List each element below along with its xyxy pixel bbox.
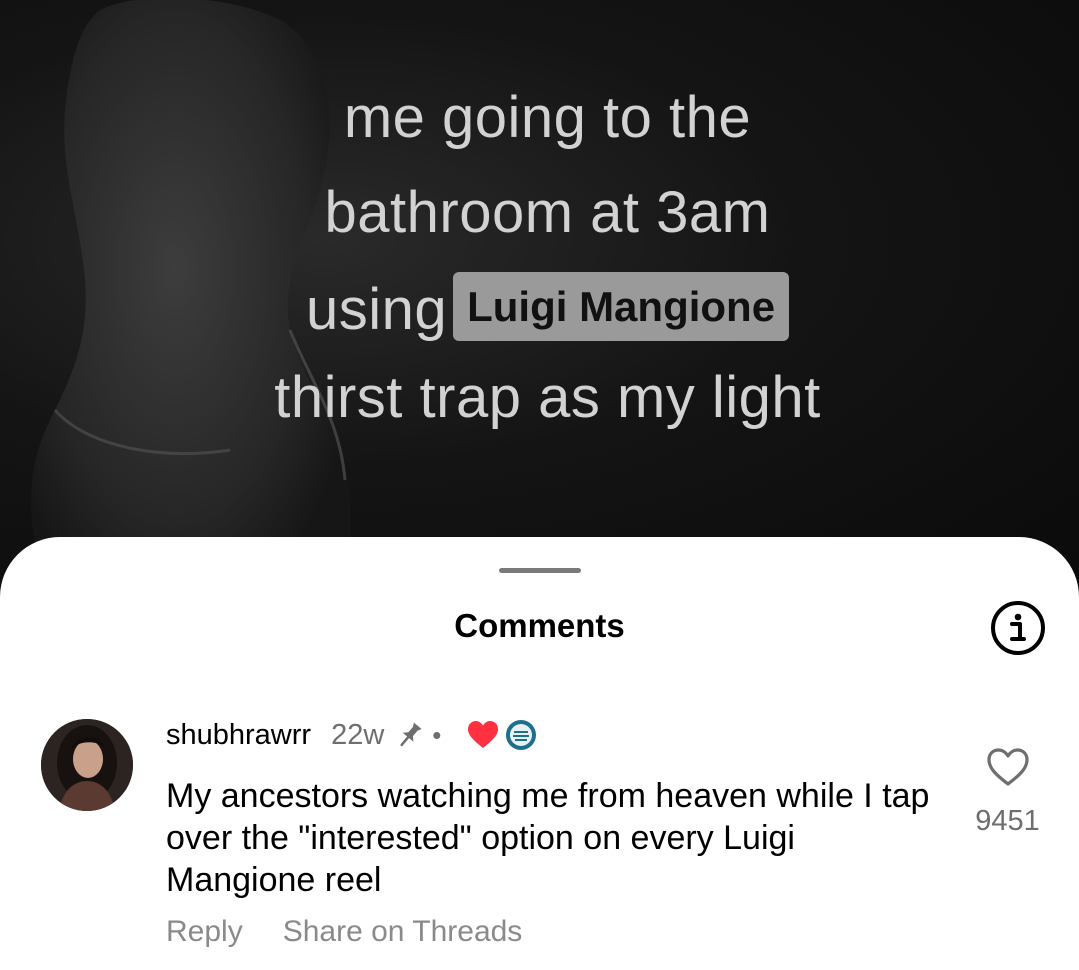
reply-button[interactable]: Reply bbox=[166, 915, 243, 949]
comments-sheet: Comments shubhrawrr 22w • My ancestors w… bbox=[0, 537, 1079, 970]
caption-line-4: thirst trap as my light bbox=[274, 365, 821, 430]
comment-actions: Reply Share on Threads bbox=[166, 915, 522, 949]
comment-header: shubhrawrr 22w • bbox=[166, 715, 537, 755]
caption-line-3-prefix: using bbox=[305, 277, 448, 342]
heart-outline-icon[interactable] bbox=[986, 747, 1030, 787]
pin-icon bbox=[400, 722, 422, 747]
comment-text: My ancestors watching me from heaven whi… bbox=[166, 777, 930, 899]
avatar[interactable] bbox=[41, 719, 133, 811]
caption-line-3: using Luigi Mangione bbox=[8, 272, 1079, 343]
comment-username[interactable]: shubhrawrr bbox=[166, 719, 311, 752]
like-count: 9451 bbox=[975, 805, 1040, 837]
info-circle-icon[interactable] bbox=[989, 599, 1047, 657]
sheet-title: Comments bbox=[454, 607, 625, 644]
avatar-photo bbox=[41, 719, 133, 811]
caption-line-1: me going to the bbox=[343, 85, 752, 150]
creator-avatar-badge bbox=[506, 720, 537, 750]
caption-highlight: Luigi Mangione bbox=[453, 272, 790, 341]
caption-line-2: bathroom at 3am bbox=[324, 180, 771, 245]
heart-filled-icon bbox=[468, 721, 499, 748]
reel-video[interactable]: me going to the bathroom at 3am using Lui… bbox=[0, 0, 1079, 600]
comment-time: 22w bbox=[331, 718, 385, 751]
sheet-drag-handle[interactable] bbox=[499, 568, 581, 573]
separator-dot: • bbox=[432, 719, 442, 750]
share-on-threads-button[interactable]: Share on Threads bbox=[283, 915, 523, 949]
app-root: me going to the bathroom at 3am using Lui… bbox=[0, 0, 1079, 970]
